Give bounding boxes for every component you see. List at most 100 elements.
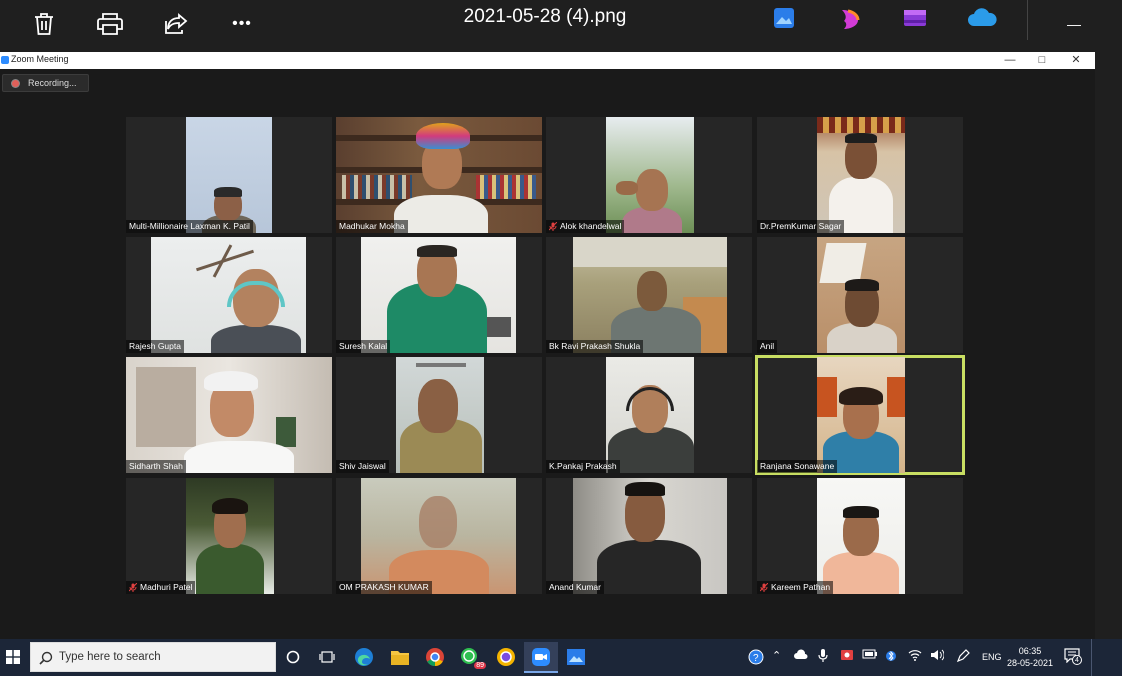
printer-icon bbox=[97, 13, 123, 35]
participant-video bbox=[606, 357, 694, 473]
participant-tile[interactable]: Sidharth Shah bbox=[126, 357, 332, 473]
participant-tile[interactable]: Multi-Millionaire Laxman K. Patil bbox=[126, 117, 332, 233]
recording-indicator[interactable]: Recording... bbox=[2, 74, 89, 92]
muted-mic-icon bbox=[760, 583, 768, 592]
participant-video bbox=[817, 117, 905, 233]
participant-tile[interactable]: Bk Ravi Prakash Shukla bbox=[546, 237, 752, 353]
volume-icon[interactable] bbox=[930, 649, 945, 663]
participant-tile[interactable]: Madhukar Mokha bbox=[336, 117, 542, 233]
participant-tile[interactable]: Dr.PremKumar Sagar bbox=[757, 117, 963, 233]
participant-tile[interactable]: Rajesh Gupta bbox=[126, 237, 332, 353]
participant-video bbox=[817, 237, 905, 353]
share-icon bbox=[165, 13, 188, 34]
participant-name: Multi-Millionaire Laxman K. Patil bbox=[126, 220, 253, 233]
more-options-button[interactable]: ••• bbox=[222, 4, 262, 44]
cortana-icon[interactable] bbox=[281, 645, 305, 669]
microphone-icon[interactable] bbox=[818, 649, 828, 665]
photos-edit-icon[interactable] bbox=[772, 6, 800, 30]
task-view-icon[interactable] bbox=[315, 645, 339, 669]
participant-video bbox=[361, 478, 516, 594]
participant-tile[interactable]: Madhuri Patel bbox=[126, 478, 332, 594]
participant-tile[interactable]: Suresh Kalal bbox=[336, 237, 542, 353]
wifi-icon[interactable] bbox=[908, 649, 922, 663]
participant-name: Shiv Jaiswal bbox=[336, 460, 389, 473]
participant-video bbox=[186, 117, 272, 233]
participant-name: Suresh Kalal bbox=[336, 340, 391, 353]
windows-start-icon[interactable] bbox=[6, 650, 20, 664]
paint-3d-icon[interactable] bbox=[838, 6, 866, 30]
participant-name: Sidharth Shah bbox=[126, 460, 186, 473]
muted-mic-icon bbox=[549, 222, 557, 231]
taskbar-search-box[interactable]: Type here to search bbox=[30, 642, 276, 672]
delete-button[interactable] bbox=[24, 4, 64, 44]
participant-tile[interactable]: Anil bbox=[757, 237, 963, 353]
participant-name: Anand Kumar bbox=[546, 581, 604, 594]
participant-name: Anil bbox=[757, 340, 778, 353]
participant-video bbox=[336, 117, 542, 233]
zoom-restore-button[interactable]: □ bbox=[1028, 53, 1056, 68]
help-icon[interactable]: ? bbox=[744, 645, 768, 669]
bluetooth-icon[interactable] bbox=[886, 649, 896, 665]
photos-app-icon[interactable] bbox=[564, 645, 588, 669]
file-explorer-icon[interactable] bbox=[388, 645, 412, 669]
participant-video bbox=[151, 237, 306, 353]
participant-tile-active-speaker[interactable]: Ranjana Sonawane bbox=[755, 355, 965, 475]
participant-tile[interactable]: OM PRAKASH KUMAR bbox=[336, 478, 542, 594]
clock-time: 06:35 bbox=[1018, 646, 1042, 656]
notification-count: 4 bbox=[1072, 655, 1082, 665]
pen-icon[interactable] bbox=[956, 649, 970, 665]
zoom-minimize-button[interactable]: — bbox=[996, 53, 1024, 68]
battery-icon[interactable] bbox=[862, 649, 878, 661]
chrome-profile-icon[interactable] bbox=[494, 645, 518, 669]
onedrive-icon[interactable] bbox=[966, 6, 998, 30]
participant-tile[interactable]: K.Pankaj Prakash bbox=[546, 357, 752, 473]
show-desktop-divider bbox=[1091, 639, 1092, 676]
zoom-logo-icon bbox=[1, 56, 9, 64]
desktop-edge bbox=[1095, 52, 1122, 639]
participant-tile[interactable]: Shiv Jaiswal bbox=[336, 357, 542, 473]
viewer-minimize-button[interactable]: — bbox=[1054, 4, 1094, 44]
input-language[interactable]: ENG bbox=[982, 652, 1002, 662]
participant-tile[interactable]: Kareem Pathan bbox=[757, 478, 963, 594]
clock-date: 28-05-2021 bbox=[1006, 658, 1054, 668]
toolbar-divider bbox=[1027, 0, 1028, 40]
participant-video bbox=[126, 357, 332, 473]
screen-recorder-icon[interactable] bbox=[840, 649, 854, 663]
chrome-icon[interactable] bbox=[423, 645, 447, 669]
whatsapp-badge: 89 bbox=[474, 662, 486, 669]
participant-name: Dr.PremKumar Sagar bbox=[757, 220, 845, 233]
print-button[interactable] bbox=[90, 4, 130, 44]
zoom-titlebar: Zoom Meeting — □ ✕ bbox=[0, 52, 1095, 69]
zoom-app-icon[interactable] bbox=[524, 642, 558, 673]
whatsapp-icon[interactable]: 89 bbox=[458, 645, 486, 669]
participant-name: K.Pankaj Prakash bbox=[546, 460, 620, 473]
participant-tile[interactable]: Anand Kumar bbox=[546, 478, 752, 594]
participant-video bbox=[817, 478, 905, 594]
participant-name: Bk Ravi Prakash Shukla bbox=[546, 340, 644, 353]
edge-browser-icon[interactable] bbox=[352, 645, 376, 669]
muted-mic-icon bbox=[129, 583, 137, 592]
zoom-close-button[interactable]: ✕ bbox=[1062, 53, 1090, 68]
participant-video bbox=[573, 237, 727, 353]
participant-video bbox=[186, 478, 274, 594]
participant-video bbox=[361, 237, 516, 353]
show-hidden-icons-chevron-icon[interactable]: ⌃ bbox=[772, 649, 781, 662]
participant-tile[interactable]: Alok khandelwal bbox=[546, 117, 752, 233]
recording-dot-icon bbox=[12, 80, 19, 87]
zoom-window-title: Zoom Meeting bbox=[11, 54, 69, 64]
trash-icon bbox=[35, 13, 53, 35]
participant-video bbox=[396, 357, 484, 473]
weather-cloud-icon[interactable] bbox=[794, 649, 808, 663]
photo-viewer-toolbar: ••• 2021-05-28 (4).png — bbox=[0, 0, 1122, 52]
participant-video bbox=[573, 478, 727, 594]
participant-name: Madhukar Mokha bbox=[336, 220, 408, 233]
participant-name: Rajesh Gupta bbox=[126, 340, 184, 353]
participant-name: Alok khandelwal bbox=[546, 220, 625, 233]
participant-name: OM PRAKASH KUMAR bbox=[336, 581, 432, 594]
action-center-icon[interactable]: 4 bbox=[1064, 647, 1082, 665]
svg-text:?: ? bbox=[753, 653, 759, 664]
taskbar-clock[interactable]: 06:35 28-05-2021 bbox=[1004, 645, 1056, 669]
share-button[interactable] bbox=[156, 4, 196, 44]
clipchamp-icon[interactable] bbox=[902, 6, 930, 30]
windows-taskbar: Type here to search 89 ? ⌃ ENG 06:35 28-… bbox=[0, 639, 1122, 676]
